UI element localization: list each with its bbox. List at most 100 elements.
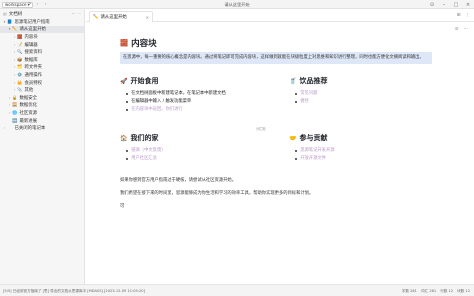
doc-stats: 字数 261 词汇 261 行数 12 块数 12	[402, 289, 470, 294]
doc-icon: 📦	[17, 56, 23, 62]
tab-actions: ⊞ ⋮	[457, 13, 470, 18]
list-item[interactable]: 用户社区汇总	[126, 155, 270, 163]
collapse-icon[interactable]: −	[72, 11, 75, 16]
sidebar-item-label: 内容块	[24, 34, 38, 40]
bullet-dot	[295, 92, 298, 96]
doc-icon: ✏️	[12, 26, 18, 32]
stat-lines: 行数 12	[440, 288, 454, 293]
tab-current-doc[interactable]: ✏️ 请从这里开始 ×	[89, 11, 153, 22]
sidebar-title: 文档树	[8, 11, 23, 17]
sidebar-item-label: 请从这里开始	[19, 27, 46, 33]
doc-icon: ⚙️	[17, 71, 23, 77]
list-item[interactable]: 在内容块中返回，你们进行	[126, 106, 270, 114]
sidebar-item-label: 已关闭的笔记本	[14, 126, 46, 132]
window-title: 请从这里开始	[224, 2, 250, 7]
sidebar-header: ▤ 文档树 − ⋯	[0, 9, 84, 18]
list-item[interactable]: 链滴（中文反馈）	[126, 147, 270, 155]
link-ld246[interactable]: 链滴（中文反馈）	[131, 147, 165, 155]
link-faq[interactable]: 常见问题	[300, 90, 317, 98]
doc-icon: 🗂️	[17, 64, 23, 70]
section-title[interactable]: 饮品推荐	[299, 76, 327, 86]
more-icon[interactable]: ⋯	[77, 11, 81, 16]
doc-tree-icon: ▤	[3, 11, 7, 16]
sidebar-item[interactable]: ▾ 📘 思源笔记用户指南	[0, 18, 84, 26]
column-resize-hint[interactable]: 分栏拖	[256, 126, 266, 131]
sidebar-item[interactable]: › 👑 会员特权	[0, 79, 84, 87]
bullet-dot	[295, 100, 298, 104]
link-shortcut[interactable]: 捷径	[300, 98, 309, 106]
bullet-dot	[126, 100, 129, 104]
sidebar-item[interactable]: ▾ ✏️ 请从这里开始	[0, 25, 84, 34]
sidebar-item-label: 数据库	[24, 57, 38, 63]
tab-close-icon[interactable]: ×	[146, 15, 149, 20]
stat-blocks: 块数 12	[457, 288, 470, 293]
split-icon[interactable]: ⊞	[457, 13, 461, 18]
sidebar-item-label: 通用操作	[24, 72, 43, 78]
sidebar-item[interactable]: › 🧱 内容块	[0, 33, 84, 41]
sidebar-item[interactable]: › 📦 数据库	[0, 56, 84, 64]
section-home: 🏠 我们的家 链滴（中文反馈） 用户社区汇总	[120, 133, 270, 163]
link-community[interactable]: 用户社区汇总	[131, 155, 157, 163]
doc-more-icon[interactable]: ⋯	[464, 27, 469, 32]
drink-icon: 🥤	[289, 77, 297, 85]
section-title[interactable]: 我们的家	[130, 133, 158, 143]
section-recommend: 🥤 饮品推荐 常见问题 捷径	[289, 76, 419, 106]
sidebar-item[interactable]: › 🗂️ 跨文件夹	[0, 64, 84, 72]
paragraph[interactable]: 如果你感到官方用户指南过于硬核，请尝试从社区资源开始。	[120, 177, 432, 184]
paragraph[interactable]: 我们希望在接下来的时间里，思源能够成为你生活和学习的效率工具，帮助你实现更多的目…	[120, 190, 432, 197]
doc-icon: 📎	[17, 87, 23, 93]
sidebar: ▤ 文档树 − ⋯ ▾ 📘 思源笔记用户指南 ▾ ✏️ 请从这里开始 › 🧱 内容块 › 📝 编辑器 ›…	[0, 9, 85, 284]
expand-arrow-icon[interactable]: ›	[2, 126, 7, 130]
bullet-dot	[295, 149, 298, 153]
document: 🧱 内容块 在思源中，每一重要的核心概念是内容块。通过将笔记即可完成内容块，这样…	[120, 36, 432, 64]
sidebar-item[interactable]: › 🔍 搜索资料	[0, 48, 84, 56]
sidebar-item-label: 编辑器	[24, 42, 38, 48]
cursor-paragraph[interactable]: 可	[120, 203, 432, 210]
list-item[interactable]: 思源笔记开发开源	[295, 147, 419, 155]
home-icon: 🏠	[120, 134, 128, 142]
list-item[interactable]: 捷径	[295, 98, 419, 106]
doc-toolbar: ⊘ ⋯	[455, 27, 468, 32]
sidebar-item-label: 最新进展	[19, 118, 38, 124]
link-opensource[interactable]: 思源笔记开发开源	[300, 147, 334, 155]
list-item[interactable]: 在编辑器中输入 / 触发功能菜单	[126, 98, 270, 106]
maximize-button[interactable]: □	[453, 2, 459, 8]
bullet-dot	[295, 157, 298, 161]
sidebar-item[interactable]: › 📎 其他	[0, 86, 84, 94]
link-contribute[interactable]: 开放开源文件	[300, 155, 326, 163]
section-title[interactable]: 开始食用	[130, 76, 158, 86]
section-heading: 🚀 开始食用	[120, 76, 270, 86]
list-item[interactable]: 在文档树面板中新建笔记本，在笔记本中新建文档	[126, 90, 270, 98]
stat-chars: 字数 261	[401, 288, 417, 293]
lock-icon[interactable]: ⊘	[455, 27, 459, 32]
sidebar-item-label: 思源笔记用户指南	[14, 19, 50, 25]
list-item[interactable]: 开放开源文件	[295, 155, 419, 163]
sidebar-item[interactable]: 🆕 最新进展	[0, 117, 84, 125]
sidebar-item[interactable]: › 🌐 社区资源	[0, 109, 84, 117]
window-controls: ⊙ – □ ×	[429, 2, 471, 8]
more-tabs-icon[interactable]: ⋮	[466, 13, 471, 18]
doc-icon: 📝	[17, 41, 23, 47]
sidebar-item-label: 跨文件夹	[24, 65, 43, 71]
sidebar-item-label: 其他	[24, 88, 34, 94]
section-title[interactable]: 参与贡献	[299, 133, 327, 143]
title-bar: workspace ▾ ⟳ ‹ › 请从这里开始 ⊙ – □ ×	[0, 0, 474, 9]
minimize-button[interactable]: –	[441, 2, 447, 8]
tab-label: 请从这里开始	[100, 15, 127, 20]
sidebar-item[interactable]: › ⚙️ 通用操作	[0, 71, 84, 79]
doc-icon: 🌐	[12, 109, 18, 115]
close-button[interactable]: ×	[465, 2, 471, 8]
list-item[interactable]: 常见问题	[295, 90, 419, 98]
doc-icon: 🆕	[12, 117, 18, 123]
sidebar-item[interactable]: › 🔒 数据安全	[0, 94, 84, 102]
sidebar-item[interactable]: › 已关闭的笔记本	[0, 124, 84, 132]
doc-title-text[interactable]: 内容块	[131, 37, 157, 49]
status-message: [5/5] 已经到官方指南了 [思] 导出的文档从思源库中 [MDASS] [2…	[3, 288, 145, 293]
intro-callout[interactable]: 在思源中，每一重要的核心概念是内容块。通过将笔记即可完成内容块，这样做到就能在块…	[120, 52, 432, 64]
sidebar-item[interactable]: › 🧮 数据优化	[0, 102, 84, 110]
sidebar-item[interactable]: › 📝 编辑器	[0, 41, 84, 49]
doc-title: 🧱 内容块	[120, 36, 432, 49]
pin-icon[interactable]: ⊙	[429, 2, 435, 8]
section-heading: 🤝 参与贡献	[289, 133, 419, 143]
sidebar-item-label: 会员特权	[24, 80, 43, 86]
